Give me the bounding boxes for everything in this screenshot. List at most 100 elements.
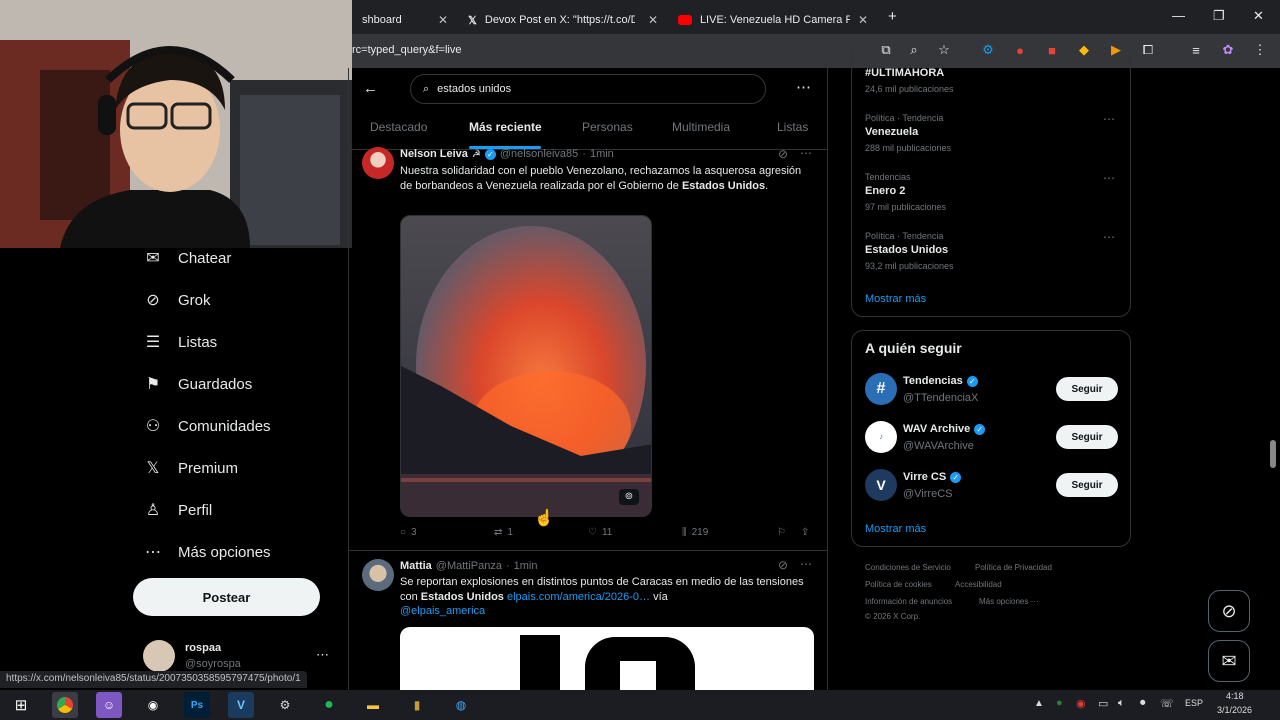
tab-destacado[interactable]: Destacado	[370, 120, 427, 134]
windows-start-icon[interactable]: ⊞	[8, 692, 34, 718]
share-button[interactable]: ⇪	[801, 527, 809, 538]
tab-listas[interactable]: Listas	[777, 120, 808, 134]
tweet-mention[interactable]: @elpais_america	[400, 605, 485, 617]
trend-title[interactable]: #ULTIMAHORA	[865, 67, 944, 79]
discord-icon[interactable]: ☺	[96, 692, 122, 718]
footer-link[interactable]: Más opciones ···	[979, 597, 1039, 606]
close-tab-icon[interactable]: ✕	[438, 13, 448, 27]
trend-more-icon[interactable]: ⋯	[1103, 230, 1115, 244]
app-icon[interactable]: ◍	[448, 692, 474, 718]
url-field[interactable]: rc=typed_query&f=live	[352, 44, 461, 56]
tab-personas[interactable]: Personas	[582, 120, 633, 134]
tray-chevron-icon[interactable]: ▲	[1034, 698, 1044, 709]
app-icon[interactable]: ▮	[404, 692, 430, 718]
footer-link[interactable]: Accesibilidad	[955, 580, 1002, 589]
network-icon[interactable]: ▭	[1098, 697, 1108, 710]
grok-analyze-icon[interactable]: ⊚	[619, 489, 639, 505]
clock-time[interactable]: 4:18	[1226, 691, 1244, 701]
scrollbar-thumb[interactable]	[1270, 440, 1276, 468]
avatar[interactable]: ♪	[865, 421, 897, 453]
tweet-more-icon[interactable]: ⋯	[800, 146, 812, 160]
footer-link[interactable]: Política de Privacidad	[975, 563, 1052, 572]
trend-more-icon[interactable]: ⋯	[1103, 171, 1115, 185]
tweet-author-handle[interactable]: @nelsonleiva85	[500, 148, 578, 160]
browser-tab-dashboard[interactable]: shboard ✕	[352, 6, 458, 34]
tweet-author-name[interactable]: Mattia	[400, 560, 432, 572]
follow-show-more-link[interactable]: Mostrar más	[865, 523, 926, 535]
account-menu-icon[interactable]: ⋯	[316, 647, 329, 663]
close-tab-icon[interactable]: ✕	[648, 13, 658, 27]
trend-title[interactable]: Enero 2	[865, 185, 905, 197]
tray-icon[interactable]: ●	[1056, 697, 1063, 709]
tweet-author-handle[interactable]: @MattiPanza	[436, 560, 502, 572]
grok-icon[interactable]: ⊘	[778, 558, 788, 572]
tray-icon[interactable]: ◉	[1076, 697, 1086, 710]
chrome-icon[interactable]	[52, 692, 78, 718]
restore-icon[interactable]: ❐	[1213, 8, 1225, 24]
sidebar-item-chatear[interactable]: ✉ Chatear	[144, 249, 231, 268]
sidebar-item-comunidades[interactable]: ⚇ Comunidades	[144, 417, 271, 436]
trend-title[interactable]: Estados Unidos	[865, 244, 948, 256]
spotify-icon[interactable]: ●	[316, 692, 342, 718]
trend-more-icon[interactable]: ⋯	[1103, 112, 1115, 126]
tab-multimedia[interactable]: Multimedia	[672, 120, 730, 134]
minimize-icon[interactable]: —	[1172, 8, 1185, 23]
trends-show-more-link[interactable]: Mostrar más	[865, 293, 926, 305]
sidebar-item-listas[interactable]: ☰ Listas	[144, 333, 217, 352]
profile-avatar-icon[interactable]: ✿	[1220, 42, 1236, 58]
back-arrow-icon[interactable]: ←	[363, 80, 378, 97]
file-explorer-icon[interactable]: ▬	[360, 692, 386, 718]
footer-link[interactable]: Política de cookies	[865, 580, 932, 589]
avatar[interactable]	[143, 640, 175, 672]
close-tab-icon[interactable]: ✕	[858, 13, 868, 27]
tweet-more-icon[interactable]: ⋯	[800, 557, 812, 571]
follow-button[interactable]: Seguir	[1056, 377, 1118, 401]
reply-button[interactable]: ○ 3	[400, 527, 417, 538]
footer-link[interactable]: Información de anuncios	[865, 597, 952, 606]
sidebar-item-premium[interactable]: 𝕏 Premium	[144, 459, 238, 478]
browser-tab-live[interactable]: LIVE: Venezuela HD Camera Fe ✕	[668, 6, 878, 34]
repost-button[interactable]: ⇄ 1	[494, 527, 513, 538]
footer-link[interactable]: Condiciones de Servicio	[865, 563, 951, 572]
tray-icon[interactable]: ☏	[1160, 697, 1174, 710]
clock-date[interactable]: 3/1/2026	[1217, 705, 1252, 715]
grok-fab-icon[interactable]: ⊘	[1208, 590, 1250, 632]
tweet-author-name[interactable]: Nelson Leiva	[400, 148, 468, 160]
views-button[interactable]: ⫼ 219	[682, 527, 708, 538]
tab-mas-reciente[interactable]: Más reciente	[469, 120, 542, 134]
search-options-icon[interactable]: ⋯	[796, 78, 811, 96]
tweet-time[interactable]: 1min	[590, 148, 614, 160]
media-control-icon[interactable]: ≡	[1188, 42, 1204, 58]
avatar[interactable]	[362, 559, 394, 591]
follow-button[interactable]: Seguir	[1056, 473, 1118, 497]
avatar[interactable]: V	[865, 469, 897, 501]
search-input[interactable]: ⌕ estados unidos	[410, 74, 766, 104]
language-indicator[interactable]: ESP	[1185, 698, 1203, 708]
puzzle-icon[interactable]: ⧠	[1140, 42, 1156, 58]
avatar[interactable]	[362, 147, 394, 179]
bookmark-button[interactable]: ⚐	[777, 527, 786, 538]
new-tab-button[interactable]: +	[888, 8, 897, 25]
post-button[interactable]: Postear	[133, 578, 320, 616]
sidebar-item-mas-opciones[interactable]: ⋯ Más opciones	[144, 543, 271, 562]
follow-button[interactable]: Seguir	[1056, 425, 1118, 449]
sidebar-item-guardados[interactable]: ⚑ Guardados	[144, 375, 252, 394]
sidebar-item-grok[interactable]: ⊘ Grok	[144, 291, 210, 310]
menu-dots-icon[interactable]: ⋮	[1252, 42, 1268, 58]
tweet-link[interactable]: elpais.com/america/2026-0…	[507, 591, 650, 603]
grok-icon[interactable]: ⊘	[778, 147, 788, 161]
trend-title[interactable]: Venezuela	[865, 126, 918, 138]
close-window-icon[interactable]: ✕	[1253, 8, 1264, 24]
follow-name[interactable]: WAV Archive	[903, 423, 970, 435]
sidebar-item-perfil[interactable]: ♙ Perfil	[144, 501, 212, 520]
avatar[interactable]: #	[865, 373, 897, 405]
follow-name[interactable]: Tendencias	[903, 375, 963, 387]
volume-icon[interactable]: 🔈︎	[1118, 697, 1125, 710]
microphone-icon[interactable]: ⏺	[1140, 697, 1146, 710]
tweet-photo[interactable]	[400, 215, 652, 517]
photoshop-icon[interactable]: Ps	[184, 692, 210, 718]
browser-tab-devox[interactable]: 𝕏 Devox Post en X: "https://t.co/D ✕	[458, 6, 668, 34]
follow-name[interactable]: Virre CS	[903, 471, 946, 483]
obs-icon[interactable]: ◉	[140, 692, 166, 718]
steam-icon[interactable]: ⚙	[272, 692, 298, 718]
